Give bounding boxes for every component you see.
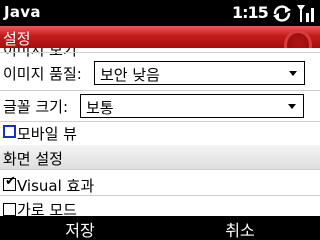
settings-content: 이미지 보기 이미지 품질: 보안 낮음 글꼴 크기: 보통 모바일 뷰 화면 … — [0, 48, 320, 216]
landscape-mode-checkbox[interactable] — [3, 203, 16, 216]
page-title: 설정 — [3, 30, 31, 48]
visual-effects-label: Visual 효과 — [17, 177, 95, 195]
screen-settings-header: 화면 설정 — [0, 145, 320, 169]
title-bar: 설정 — [0, 26, 320, 48]
font-size-value: 보통 — [86, 99, 114, 117]
checkmark-icon: ✔ — [5, 174, 16, 189]
divider — [0, 90, 320, 91]
decorative-orb-icon — [284, 30, 312, 48]
chevron-down-icon — [288, 104, 296, 109]
visual-effects-checkbox[interactable]: ✔ — [3, 174, 16, 191]
mobile-view-row[interactable]: 모바일 뷰 — [0, 121, 320, 145]
cancel-softkey[interactable]: 취소 — [160, 217, 320, 240]
mobile-view-label: 모바일 뷰 — [17, 125, 77, 143]
image-quality-row: 이미지 품질: 보안 낮음 — [0, 59, 320, 87]
divider — [0, 52, 320, 53]
landscape-mode-label: 가로 모드 — [17, 201, 77, 216]
visual-effects-row[interactable]: ✔ Visual 효과 — [0, 173, 320, 197]
image-quality-value: 보안 낮음 — [100, 66, 160, 84]
status-bar: Java 1:15 — [0, 0, 320, 26]
sync-icon — [273, 5, 291, 22]
landscape-mode-row[interactable]: 가로 모드 — [0, 198, 320, 216]
chevron-down-icon — [289, 71, 297, 76]
image-quality-select[interactable]: 보안 낮음 — [94, 61, 305, 85]
divider — [0, 169, 320, 170]
font-size-label: 글꼴 크기: — [3, 98, 69, 116]
image-quality-label: 이미지 품질: — [3, 65, 82, 83]
save-softkey[interactable]: 저장 — [0, 217, 160, 240]
font-size-row: 글꼴 크기: 보통 — [0, 92, 320, 120]
softkey-bar: 저장 취소 — [0, 216, 320, 240]
mobile-view-checkbox[interactable] — [3, 125, 16, 138]
section-title: 화면 설정 — [3, 150, 63, 168]
clock: 1:15 — [232, 3, 269, 22]
app-name: Java — [4, 3, 41, 21]
font-size-select[interactable]: 보통 — [80, 94, 304, 118]
divider — [0, 195, 320, 196]
signal-strength-icon — [297, 5, 314, 22]
